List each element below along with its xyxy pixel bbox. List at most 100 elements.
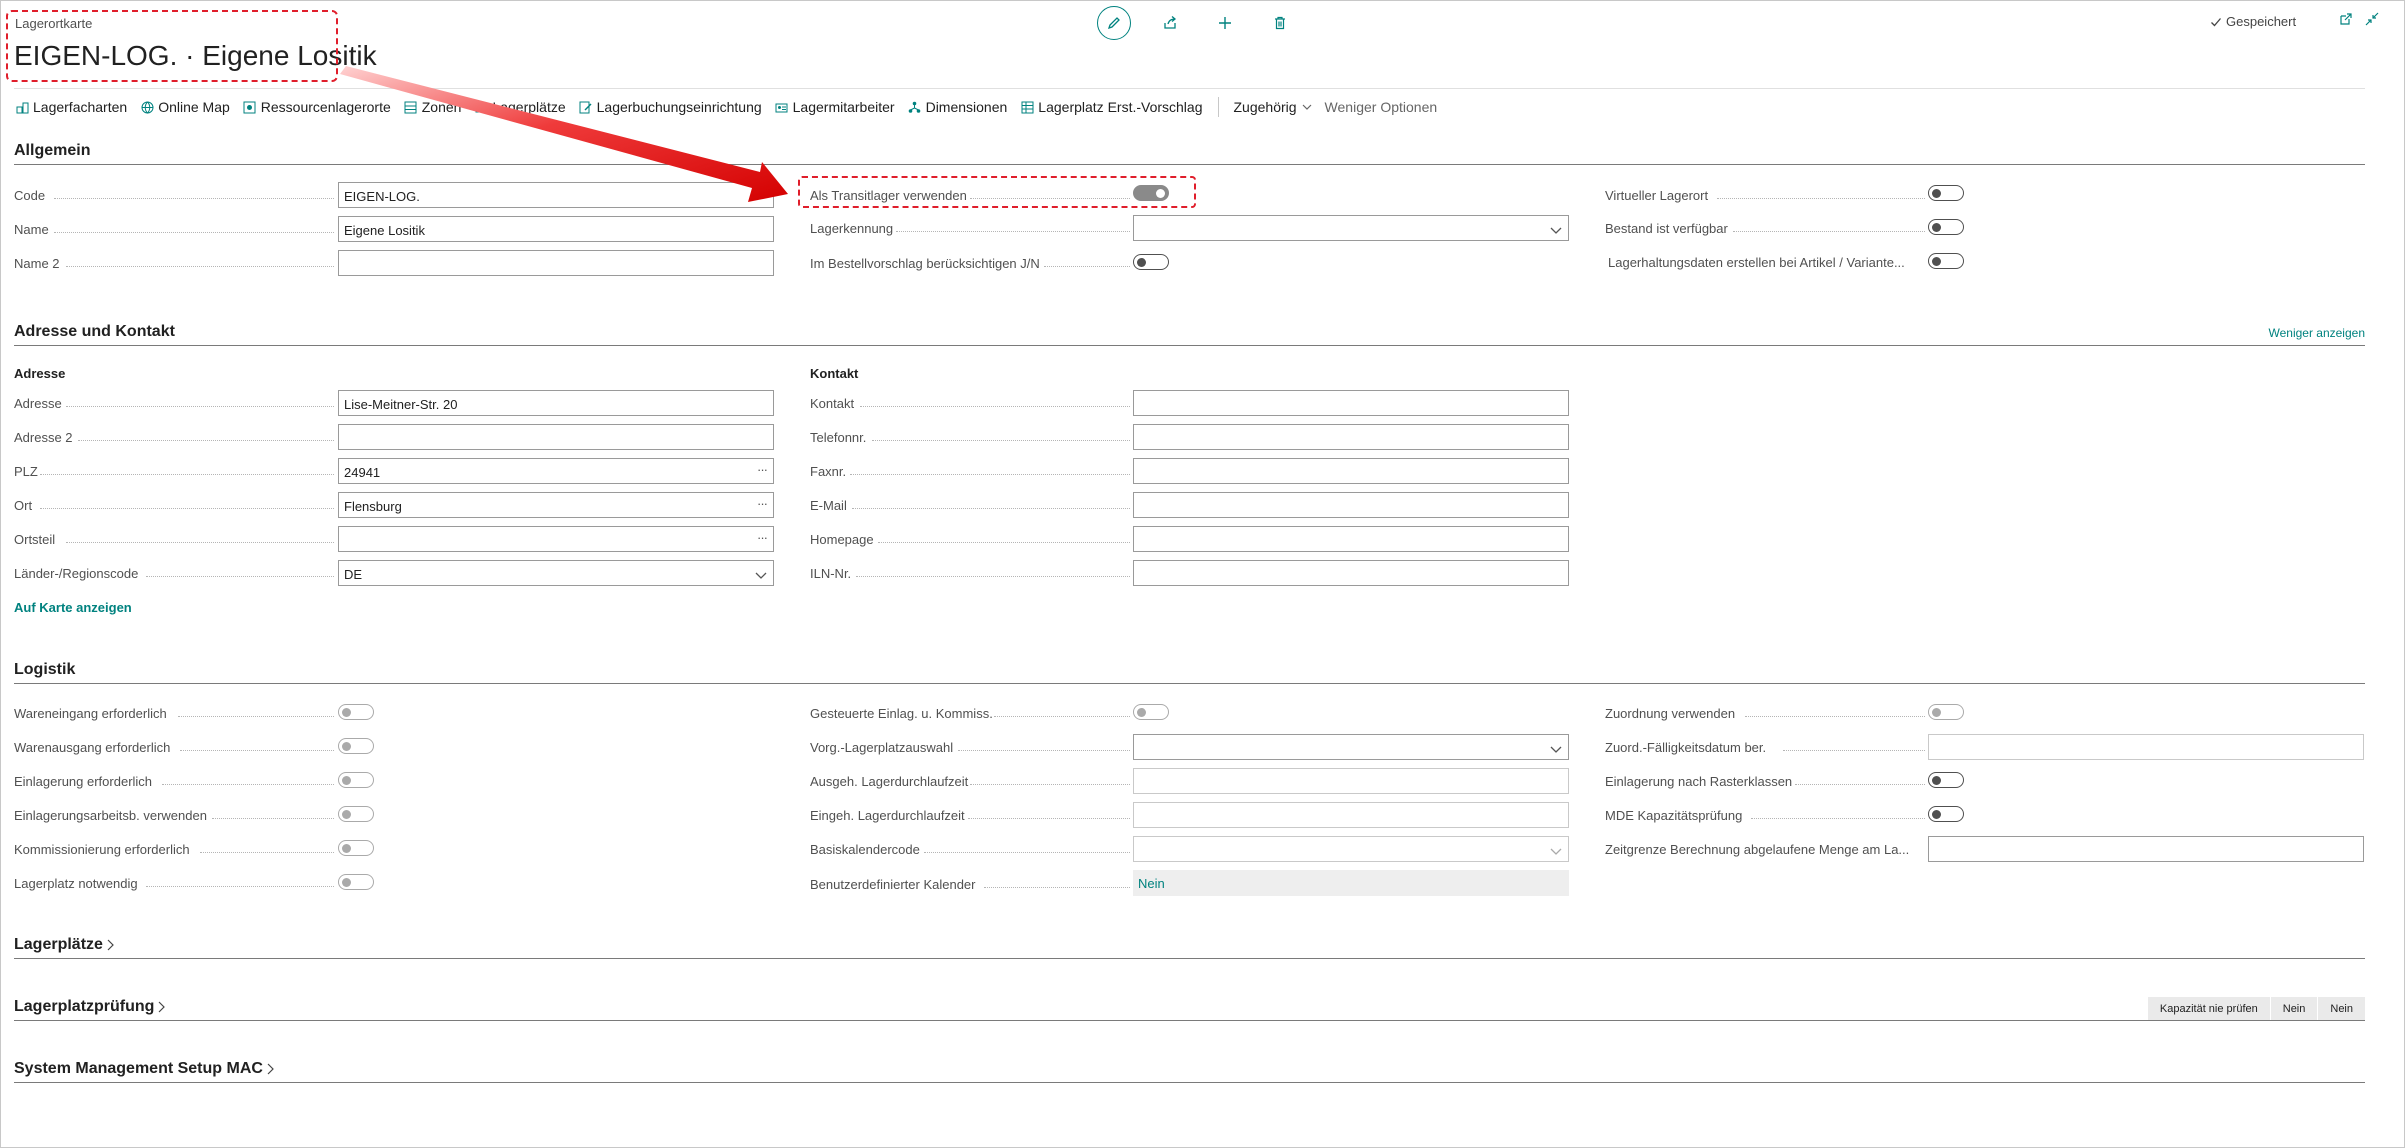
toggle-knob xyxy=(1932,707,1941,717)
chevron-right-icon xyxy=(158,1001,166,1013)
toggle-knob xyxy=(342,877,351,887)
field-label-benutzer: Benutzerdefinierter Kalender xyxy=(810,877,976,892)
fax-field[interactable] xyxy=(1133,458,1569,484)
leader-dots xyxy=(968,818,1130,819)
leader-dots xyxy=(1795,784,1925,785)
basiskalender-select[interactable] xyxy=(1133,836,1569,862)
field-label-einlagerungsarbeit: Einlagerungsarbeitsb. verwenden xyxy=(14,808,207,823)
warenausgang-toggle[interactable] xyxy=(338,738,374,754)
iln-field[interactable] xyxy=(1133,560,1569,586)
telefon-field[interactable] xyxy=(1133,424,1569,450)
subhead-kontakt: Kontakt xyxy=(810,366,859,381)
leader-dots xyxy=(872,440,1130,441)
adresse-field[interactable]: Lise-Meitner-Str. 20 xyxy=(338,390,774,416)
leader-dots xyxy=(1745,716,1925,717)
leader-dots xyxy=(66,542,334,543)
field-label-kommissionierung: Kommissionierung erforderlich xyxy=(14,842,190,857)
kommissionierung-toggle[interactable] xyxy=(338,840,374,856)
toggle-knob xyxy=(1932,775,1941,785)
benutzer-kalender-value[interactable]: Nein xyxy=(1133,870,1569,896)
lagerplatz-notwendig-toggle[interactable] xyxy=(338,874,374,890)
leader-dots xyxy=(856,576,1130,577)
field-label-wareneingang: Wareneingang erforderlich xyxy=(14,706,167,721)
vorg-lagerplatz-select[interactable] xyxy=(1133,734,1569,760)
leader-dots xyxy=(958,750,1130,751)
summary-item: Nein xyxy=(2269,997,2318,1021)
field-label-zeitgrenze: Zeitgrenze Berechnung abgelaufene Menge … xyxy=(1605,842,1910,857)
field-label-plz: PLZ xyxy=(14,464,38,479)
more-options-icon[interactable]: ··· xyxy=(757,496,768,511)
leader-dots xyxy=(40,508,334,509)
field-label-eingeh: Eingeh. Lagerdurchlaufzeit xyxy=(810,808,965,823)
toggle-knob xyxy=(1137,707,1146,717)
ort-field[interactable]: Flensburg ··· xyxy=(338,492,774,518)
plz-value: 24941 xyxy=(344,465,381,480)
field-label-email: E-Mail xyxy=(810,498,847,513)
summary-item: Nein xyxy=(2317,997,2365,1021)
leader-dots xyxy=(970,784,1130,785)
section-rule xyxy=(14,683,2365,684)
field-label-homepage: Homepage xyxy=(810,532,874,547)
leader-dots xyxy=(1751,818,1925,819)
zeitgrenze-field[interactable] xyxy=(1928,836,2364,862)
ort-value: Flensburg xyxy=(344,499,402,514)
section-title-logistik[interactable]: Logistik xyxy=(14,661,75,679)
chevron-down-icon xyxy=(1550,742,1562,757)
field-label-ausgeh: Ausgeh. Lagerdurchlaufzeit xyxy=(810,774,969,789)
toggle-knob xyxy=(342,741,351,751)
plz-field[interactable]: 24941 ··· xyxy=(338,458,774,484)
leader-dots xyxy=(162,784,334,785)
mde-toggle[interactable] xyxy=(1928,806,1964,822)
field-label-gesteuerte: Gesteuerte Einlag. u. Kommiss. xyxy=(810,706,993,721)
field-label-vorg: Vorg.-Lagerplatzauswahl xyxy=(810,740,954,755)
section-title-sm-setup[interactable]: System Management Setup MAC xyxy=(14,1060,274,1078)
field-label-ort: Ort xyxy=(14,498,33,513)
adresse2-field[interactable] xyxy=(338,424,774,450)
leader-dots xyxy=(146,886,334,887)
homepage-field[interactable] xyxy=(1133,526,1569,552)
show-on-map-link[interactable]: Auf Karte anzeigen xyxy=(14,600,132,615)
raster-toggle[interactable] xyxy=(1928,772,1964,788)
email-field[interactable] xyxy=(1133,492,1569,518)
field-label-adresse2: Adresse 2 xyxy=(14,430,73,445)
kontakt-field[interactable] xyxy=(1133,390,1569,416)
summary-item: Kapazität nie prüfen xyxy=(2146,997,2270,1021)
leader-dots xyxy=(850,474,1130,475)
more-options-icon[interactable]: ··· xyxy=(757,530,768,545)
field-label-zuord-datum: Zuord.-Fälligkeitsdatum ber. xyxy=(1605,740,1767,755)
leader-dots xyxy=(180,750,334,751)
land-select[interactable]: DE xyxy=(338,560,774,586)
section-title-lagerplaetze[interactable]: Lagerplätze xyxy=(14,936,114,954)
toggle-knob xyxy=(342,707,351,717)
field-label-land: Länder-/Regionscode xyxy=(14,566,139,581)
ortsteil-field[interactable]: ··· xyxy=(338,526,774,552)
einlagerungsarbeit-toggle[interactable] xyxy=(338,806,374,822)
chevron-right-icon xyxy=(107,939,114,951)
section-title-lagerplatzpruefung[interactable]: Lagerplatzprüfung xyxy=(14,998,166,1016)
zuordnung-toggle[interactable] xyxy=(1928,704,1964,720)
show-less-link[interactable]: Weniger anzeigen xyxy=(2268,326,2365,340)
section-title-adresse-kontakt[interactable]: Adresse und Kontakt xyxy=(14,323,175,341)
section-rule xyxy=(14,1082,2365,1083)
einlagerung-toggle[interactable] xyxy=(338,772,374,788)
zuord-datum-field[interactable] xyxy=(1928,734,2364,760)
ausgeh-field[interactable] xyxy=(1133,768,1569,794)
field-label-fax: Faxnr. xyxy=(810,464,847,479)
eingeh-field[interactable] xyxy=(1133,802,1569,828)
field-label-telefon: Telefonnr. xyxy=(810,430,867,445)
section-rule xyxy=(14,958,2365,959)
field-label-raster: Einlagerung nach Rasterklassen xyxy=(1605,774,1793,789)
leader-dots xyxy=(200,852,334,853)
leader-dots xyxy=(212,818,334,819)
leader-dots xyxy=(984,887,1130,888)
toggle-knob xyxy=(342,843,351,853)
chevron-down-icon xyxy=(1550,844,1562,859)
more-options-icon[interactable]: ··· xyxy=(757,462,768,477)
leader-dots xyxy=(66,406,334,407)
chevron-down-icon xyxy=(755,568,767,583)
land-value: DE xyxy=(344,567,363,582)
wareneingang-toggle[interactable] xyxy=(338,704,374,720)
field-label-lagerplatz: Lagerplatz notwendig xyxy=(14,876,138,891)
leader-dots xyxy=(1783,750,1925,751)
gesteuerte-toggle[interactable] xyxy=(1133,704,1169,720)
